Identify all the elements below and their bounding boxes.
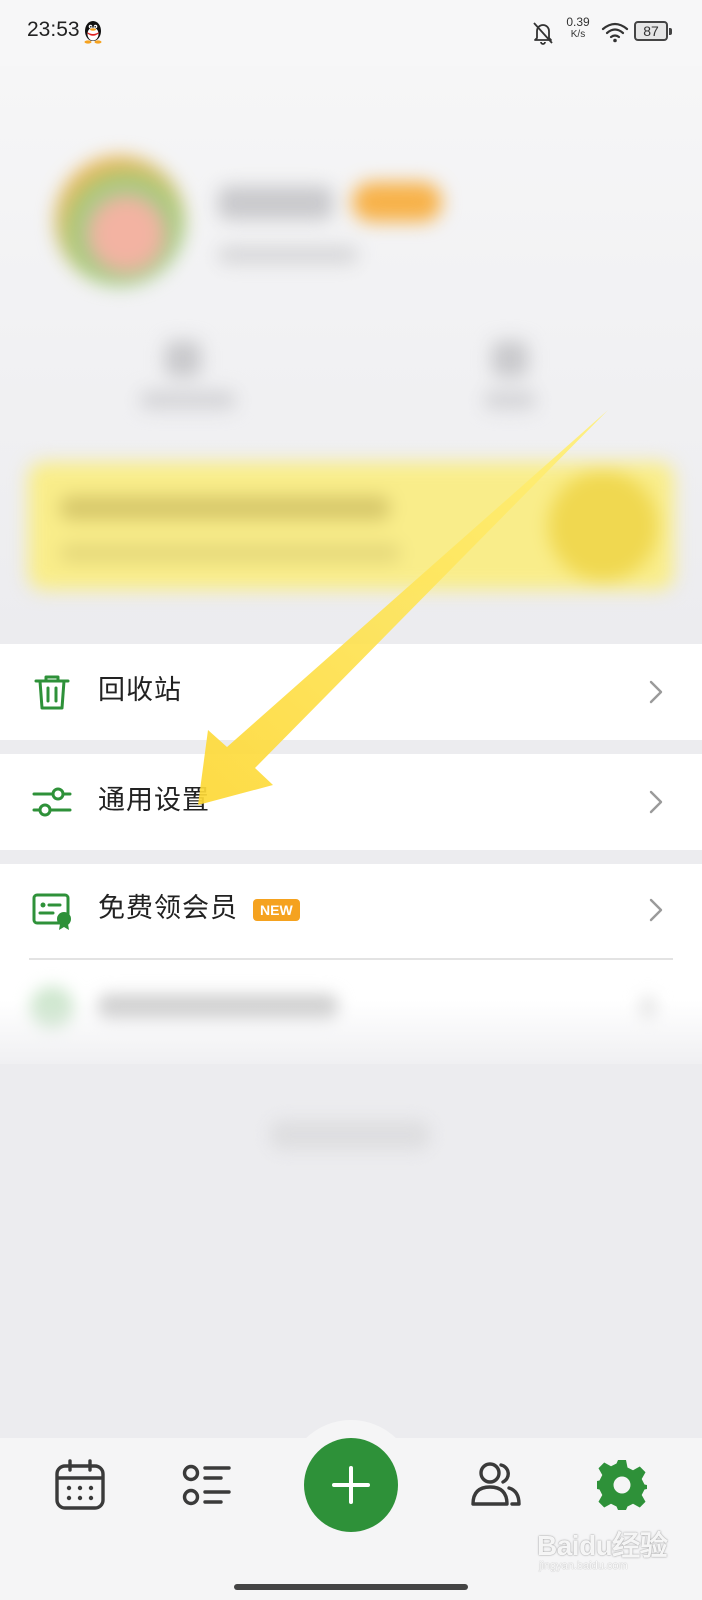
watermark-logo: Baidu经验 (537, 1530, 668, 1561)
member-card-icon (32, 893, 71, 930)
wifi-icon (601, 22, 629, 43)
vip-tag-blurred (352, 182, 442, 222)
status-bar: 23:53 0.39 K/s 87 (0, 0, 702, 66)
settings-gear-icon[interactable] (595, 1458, 649, 1512)
plus-icon (332, 1466, 370, 1504)
home-indicator (234, 1584, 468, 1590)
chevron-right-icon (649, 790, 663, 814)
stat-label-blurred (484, 391, 536, 409)
battery-icon: 87 (634, 21, 672, 41)
add-button[interactable] (304, 1438, 398, 1532)
promo-subtitle-blurred (60, 544, 400, 562)
menu-divider (29, 958, 673, 960)
network-speed: 0.39 K/s (563, 16, 593, 40)
footer-text-blurred (270, 1120, 430, 1150)
bell-muted-icon (533, 22, 553, 45)
calendar-icon[interactable] (53, 1458, 107, 1512)
menu-item-label: 免费领会员 (98, 893, 238, 924)
sliders-icon (32, 787, 72, 817)
status-time: 23:53 (27, 18, 80, 41)
menu-card-settings: 通用设置 (0, 754, 702, 850)
stat-icon-blurred (492, 341, 528, 377)
avatar (55, 156, 185, 286)
promo-title-blurred (60, 496, 390, 520)
list-icon[interactable] (181, 1458, 235, 1512)
menu-card-recycle: 回收站 (0, 644, 702, 740)
promo-button-blurred (548, 471, 658, 581)
profile-name-blurred (218, 186, 333, 220)
fade-overlay (0, 1000, 702, 1080)
profile-subtitle-blurred (218, 246, 358, 264)
network-speed-value: 0.39 (566, 15, 590, 29)
menu-item-recycle-bin[interactable]: 回收站 (0, 646, 702, 738)
menu-item-general-settings[interactable]: 通用设置 (0, 756, 702, 848)
new-badge: NEW (253, 899, 300, 921)
chevron-right-icon (649, 680, 663, 704)
menu-item-label: 通用设置 (98, 785, 210, 816)
watermark-url: jingyan.baidu.com (539, 1560, 628, 1572)
contacts-icon[interactable] (469, 1458, 523, 1512)
stat-icon-blurred (165, 341, 201, 377)
baidu-jingyan-watermark: Baidu经验 jingyan.baidu.com (537, 1520, 687, 1580)
profile-section-blurred (0, 66, 702, 640)
menu-item-label: 回收站 (98, 675, 182, 706)
stat-label-blurred (140, 391, 236, 409)
menu-item-free-membership[interactable]: 免费领会员 NEW (0, 864, 702, 956)
qq-icon (84, 21, 102, 44)
chevron-right-icon (649, 898, 663, 922)
trash-icon (34, 675, 70, 710)
network-speed-unit: K/s (570, 29, 586, 40)
